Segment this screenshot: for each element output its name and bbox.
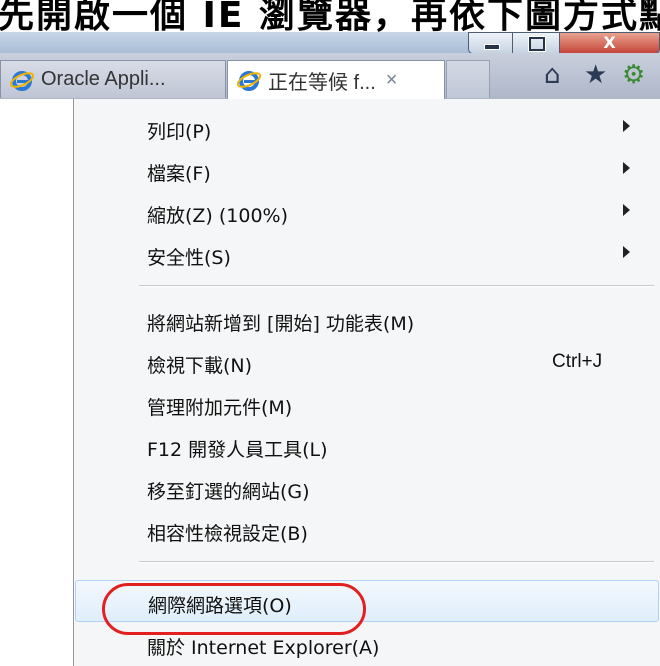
favorites-icon[interactable]: ★ [584,60,607,90]
highlight-ring [102,583,366,635]
ie-icon [9,70,35,91]
menu-item-zoom[interactable]: 縮放(Z) (100%) [75,193,659,233]
menu-item-label: 列印(P) [147,121,212,143]
tab-strip: Oracle Appli... 正在等候 f... × [0,53,660,99]
menu-item-label: 相容性檢視設定(B) [147,523,308,545]
menu-item-compatibility-view-settings[interactable]: 相容性檢視設定(B) [75,511,659,551]
menu-item-label: 移至釘選的網站(G) [147,481,310,503]
menu-item-label: 縮放(Z) (100%) [147,205,289,227]
menu-item-f12-developer-tools[interactable]: F12 開發人員工具(L) [75,427,659,467]
menu-item-shortcut: Ctrl+J [552,351,603,372]
menu-item-label: 將網站新增到 [開始] 功能表(M) [147,313,415,335]
menu-separator [139,285,654,287]
menu-item-safety[interactable]: 安全性(S) [75,235,659,275]
submenu-arrow-icon [623,120,630,132]
submenu-arrow-icon [623,246,630,258]
tab-oracle-applications[interactable]: Oracle Appli... [0,60,226,98]
close-icon: X [603,33,616,52]
tools-menu: 列印(P) 檔案(F) 縮放(Z) (100%) 安全性(S) 將網站新增到 [… [73,99,660,666]
menu-item-label: F12 開發人員工具(L) [147,439,328,461]
tab-waiting[interactable]: 正在等候 f... × [227,60,445,99]
tab-label: 正在等候 f... [268,71,376,94]
menu-item-label: 關於 Internet Explorer(A) [147,637,380,659]
menu-item-label: 管理附加元件(M) [147,397,293,419]
menu-item-add-site-to-start[interactable]: 將網站新增到 [開始] 功能表(M) [75,301,659,341]
close-tab-icon[interactable]: × [386,69,398,92]
menu-item-label: 檔案(F) [147,163,211,185]
menu-item-go-to-pinned-sites[interactable]: 移至釘選的網站(G) [75,469,659,509]
menu-item-print[interactable]: 列印(P) [75,109,659,149]
minimize-button[interactable] [468,32,513,54]
submenu-arrow-icon [623,204,630,216]
menu-item-file[interactable]: 檔案(F) [75,151,659,191]
new-tab-button[interactable] [446,60,490,98]
maximize-button[interactable] [512,32,560,54]
close-window-button[interactable]: X [559,32,660,54]
tab-label: Oracle Appli... [41,68,166,90]
tools-gear-icon[interactable]: ⚙ [622,60,645,90]
menu-item-label: 檢視下載(N) [147,355,253,377]
menu-item-view-downloads[interactable]: 檢視下載(N) Ctrl+J [75,343,659,383]
menu-item-manage-addons[interactable]: 管理附加元件(M) [75,385,659,425]
submenu-arrow-icon [623,162,630,174]
maximize-icon [529,37,545,51]
menu-item-label: 安全性(S) [147,247,231,269]
instruction-caption: 先開啟一個 IE 瀏覽器，再依下圖方式點選：工具 > 網際網路選項 [0,0,660,32]
minimize-icon [484,44,500,50]
menu-separator [139,561,654,563]
home-icon[interactable]: ⌂ [544,60,561,90]
instruction-caption-text: 先開啟一個 IE 瀏覽器，再依下圖方式點選：工具 > 網際網路選項 [0,0,660,32]
title-bar: X [0,32,660,54]
ie-icon [236,71,262,91]
